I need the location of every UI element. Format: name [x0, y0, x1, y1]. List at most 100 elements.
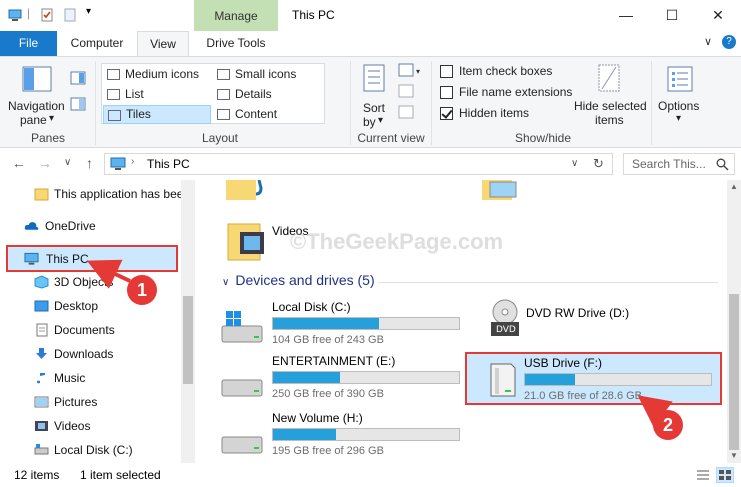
- back-button[interactable]: ←: [12, 155, 26, 171]
- options-icon: [667, 66, 693, 92]
- nav-item-label: This application has bee: [54, 187, 184, 201]
- nav-item-local-disk-c[interactable]: Local Disk (C:): [0, 438, 180, 462]
- new-folder-icon[interactable]: [63, 8, 77, 22]
- small-icons-icon: [217, 69, 230, 80]
- collapse-ribbon-icon[interactable]: ∨: [704, 35, 712, 48]
- refresh-button[interactable]: ↻: [593, 156, 604, 172]
- group-by-icon[interactable]: ▾: [398, 63, 424, 77]
- hidden-items-checkbox[interactable]: [440, 107, 453, 120]
- drive-tile-d[interactable]: DVD DVD RW Drive (D:): [463, 298, 719, 348]
- item-check-boxes-checkbox[interactable]: [440, 65, 453, 78]
- up-button[interactable]: ↑: [86, 155, 93, 171]
- watermark: ©TheGeekPage.com: [290, 229, 504, 254]
- chevron-down-icon: ▾: [378, 115, 384, 126]
- title-bar: | ▾ Manage This PC — ☐ ✕: [0, 0, 741, 33]
- drive-tile-h[interactable]: New Volume (H:) 195 GB free of 296 GB: [200, 409, 460, 459]
- usb-drive-icon: [490, 363, 516, 397]
- drive-usage-fill: [273, 429, 337, 440]
- nav-item-label: Documents: [54, 323, 115, 337]
- customize-quick-access-icon[interactable]: ▾: [86, 6, 91, 17]
- music-folder-icon[interactable]: [224, 180, 264, 202]
- layout-list[interactable]: List: [103, 85, 211, 104]
- content-pane: Videos ∨ Devices and drives (5) Local Dis…: [198, 180, 726, 463]
- layout-small-icons[interactable]: Small icons: [213, 65, 321, 84]
- navigation-pane-scrollbar[interactable]: [181, 180, 195, 463]
- preview-pane-icon[interactable]: [70, 71, 86, 85]
- nav-item-music[interactable]: Music: [0, 366, 180, 390]
- details-icon: [217, 89, 230, 100]
- sort-label-2: by: [363, 115, 376, 129]
- nav-item-application-folder[interactable]: This application has bee: [0, 182, 184, 206]
- hide-selected-label-2: items: [595, 113, 624, 127]
- chevron-down-icon: ∨: [222, 277, 230, 288]
- nav-item-onedrive[interactable]: OneDrive: [0, 214, 180, 238]
- layout-small-icons-label: Small icons: [235, 67, 297, 81]
- drive-tile-f[interactable]: USB Drive (F:) 21.0 GB free of 28.6 GB: [465, 352, 722, 405]
- hidden-items-option[interactable]: Hidden items: [438, 105, 568, 123]
- details-view-icon[interactable]: [696, 468, 710, 482]
- drive-tile-c[interactable]: Local Disk (C:) 104 GB free of 243 GB: [200, 298, 460, 348]
- status-items-count: 12 items: [14, 468, 60, 482]
- videos-folder-icon: [227, 223, 264, 261]
- drive-name: New Volume (H:): [272, 411, 363, 425]
- navigation-pane-label-2: pane: [20, 113, 47, 127]
- ribbon-tabs: File Computer View Drive Tools ∨ ?: [0, 31, 741, 56]
- address-dropdown-button[interactable]: ∨: [571, 158, 578, 169]
- annotation-badge-1: 1: [127, 275, 157, 305]
- forward-button[interactable]: →: [38, 155, 52, 171]
- drive-usage-bar: [272, 317, 460, 330]
- nav-item-pictures[interactable]: Pictures: [0, 390, 180, 414]
- navigation-pane-button[interactable]: Navigation pane ▾: [6, 61, 68, 127]
- large-icons-view-icon[interactable]: [716, 467, 734, 483]
- hide-selected-items-button[interactable]: Hide selected items: [572, 61, 647, 127]
- address-input[interactable]: › This PC ∨ ↻: [104, 153, 613, 175]
- layout-tiles[interactable]: Tiles: [103, 105, 211, 124]
- size-columns-icon[interactable]: [398, 105, 414, 119]
- scroll-up-icon[interactable]: ▲: [730, 182, 738, 191]
- content-scrollbar[interactable]: ▲ ▼: [727, 180, 741, 463]
- windows-drive-icon: [221, 311, 263, 343]
- file-name-extensions-checkbox[interactable]: [440, 86, 453, 99]
- layout-content[interactable]: Content: [213, 105, 321, 124]
- layout-medium-icons[interactable]: Medium icons: [103, 65, 211, 84]
- scroll-down-icon[interactable]: ▼: [730, 451, 738, 460]
- film-icon: [35, 421, 48, 431]
- file-name-extensions-option[interactable]: File name extensions: [438, 84, 572, 102]
- dvd-badge-text: DVD: [496, 325, 516, 335]
- drive-tile-e[interactable]: ENTERTAINMENT (E:) 250 GB free of 390 GB: [200, 352, 460, 402]
- computer-icon: [8, 9, 22, 21]
- tab-view[interactable]: View: [137, 31, 189, 56]
- manage-tab[interactable]: Manage: [194, 0, 278, 33]
- tab-computer[interactable]: Computer: [60, 31, 134, 56]
- scrollbar-thumb[interactable]: [729, 294, 739, 450]
- options-button[interactable]: Options ▾: [655, 61, 707, 127]
- scrollbar-thumb[interactable]: [183, 296, 193, 384]
- nav-item-downloads[interactable]: Downloads: [0, 342, 180, 366]
- download-arrow-icon: [36, 348, 47, 359]
- medium-icons-icon: [107, 69, 120, 80]
- nav-item-this-pc[interactable]: This PC: [6, 245, 178, 272]
- sort-by-button[interactable]: Sort by ▾: [357, 61, 391, 129]
- search-input[interactable]: Search This...: [623, 153, 735, 175]
- minimize-button[interactable]: —: [603, 0, 649, 31]
- sort-icon: [363, 64, 385, 92]
- add-columns-icon[interactable]: [398, 84, 414, 98]
- nav-item-documents[interactable]: Documents: [0, 318, 180, 342]
- ribbon-separator: [431, 61, 432, 145]
- status-selected-count: 1 item selected: [80, 468, 161, 482]
- drive-usage-bar: [272, 428, 460, 441]
- details-pane-icon[interactable]: [70, 97, 86, 111]
- pictures-folder-icon[interactable]: [480, 180, 520, 202]
- ribbon: Navigation pane ▾ Panes Medium icons Sma…: [0, 56, 741, 148]
- maximize-button[interactable]: ☐: [649, 0, 695, 31]
- close-button[interactable]: ✕: [695, 0, 741, 31]
- nav-item-videos[interactable]: Videos: [0, 414, 180, 438]
- item-check-boxes-option[interactable]: Item check boxes: [438, 63, 568, 81]
- layout-details[interactable]: Details: [213, 85, 321, 104]
- properties-icon[interactable]: [40, 8, 54, 22]
- tab-file[interactable]: File: [0, 31, 57, 56]
- help-icon[interactable]: ?: [722, 35, 736, 49]
- recent-locations-button[interactable]: ∨: [64, 157, 71, 168]
- section-header-devices[interactable]: ∨ Devices and drives (5): [222, 272, 375, 288]
- navigation-pane: This application has bee OneDrive This P…: [0, 180, 196, 463]
